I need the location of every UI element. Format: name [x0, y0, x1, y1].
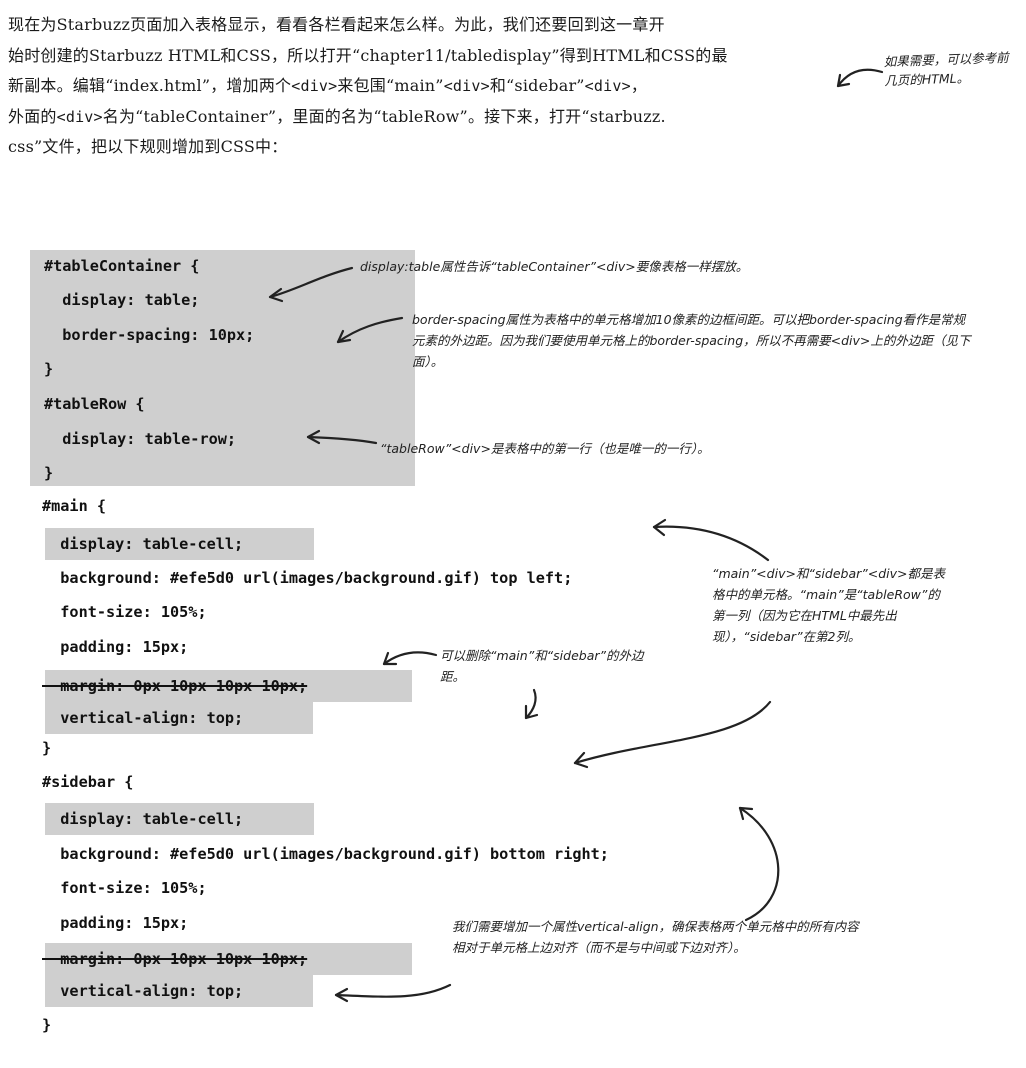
note-table-row: “tableRow”<div>是表格中的第一行（也是唯一的一行）。	[380, 441, 710, 456]
side-note: 如果需要，可以参考前几页的HTML。	[883, 49, 1009, 89]
code-line: #tableRow {	[44, 395, 145, 413]
note-cells: “main”<div>和“sidebar”<div>都是表格中的单元格。“mai…	[712, 566, 945, 644]
code-line: display: table-cell;	[42, 810, 244, 828]
intro-line: 现在为Starbuzz页面加入表格显示，看看各栏看起来怎么样。为此，我们还要回到…	[8, 15, 665, 34]
code-line: }	[42, 1016, 52, 1034]
code-line: background: #efe5d0 url(images/backgroun…	[42, 569, 573, 587]
code-line: }	[42, 739, 52, 757]
note-remove-margin: 可以删除“main”和“sidebar”的外边距。	[440, 648, 644, 684]
code-line: font-size: 105%;	[42, 603, 207, 621]
intro-paragraph: 现在为Starbuzz页面加入表格显示，看看各栏看起来怎么样。为此，我们还要回到…	[8, 10, 840, 163]
note-border-spacing: border-spacing属性为表格中的单元格增加10像素的边框间距。可以把b…	[412, 312, 971, 369]
intro-line: 外面的<div>名为“tableContainer”，里面的名为“tableRo…	[8, 106, 666, 126]
intro-line: 新副本。编辑“index.html”，增加两个<div>来包围“main”<di…	[8, 76, 648, 95]
code-line: background: #efe5d0 url(images/backgroun…	[42, 845, 609, 863]
code-line: vertical-align: top;	[42, 709, 244, 727]
intro-line: 始时创建的Starbuzz HTML和CSS，所以打开“chapter11/ta…	[8, 45, 728, 65]
code-line: }	[44, 464, 54, 482]
code-line: #sidebar {	[42, 773, 134, 791]
note-display-table: display:table属性告诉“tableContainer”<div>要像…	[360, 259, 749, 274]
intro-line: css”文件，把以下规则增加到CSS中：	[8, 137, 288, 156]
note-vertical-align: 我们需要增加一个属性vertical-align，确保表格两个单元格中的所有内容…	[452, 919, 859, 955]
code-line: display: table-cell;	[42, 535, 244, 553]
code-line: font-size: 105%;	[42, 879, 207, 897]
code-line: #main {	[42, 497, 107, 515]
arrow-side-note	[836, 68, 884, 88]
code-line: vertical-align: top;	[42, 982, 244, 1000]
